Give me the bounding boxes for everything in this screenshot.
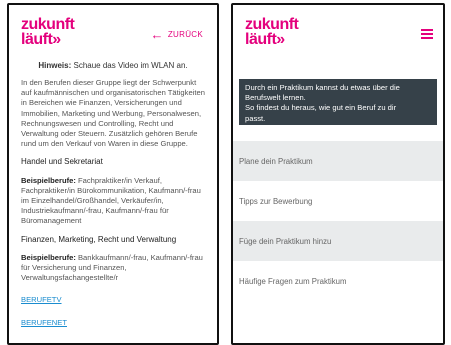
occupation-group-description: In den Berufen dieser Gruppe liegt der S…	[21, 78, 207, 291]
external-links: BERUFETV BERUFENET	[21, 295, 67, 341]
internship-menu: Plane dein Praktikum Tipps zur Bewerbung…	[233, 141, 443, 301]
examples-label: Beispielberufe:	[21, 252, 76, 262]
menu-item-add-internship[interactable]: Füge dein Praktikum hinzu	[233, 221, 443, 261]
example-occupations: Beispielberufe: Bankkaufmann/-frau, Kauf…	[21, 253, 207, 284]
banner-line: passt.	[245, 113, 266, 123]
link-berufetv[interactable]: BERUFETV	[21, 295, 67, 304]
video-hint: Hinweis: Schaue das Video im WLAN an.	[21, 61, 205, 70]
phone-screen-left: zukunft läuft» ← ZURÜCK Hinweis: Schaue …	[7, 3, 219, 345]
phone-screen-right: zukunft läuft» Durch ein Praktikum kanns…	[231, 3, 445, 345]
logo-line-1: zukunft	[245, 16, 299, 33]
example-occupations: Beispielberufe: Fachpraktiker/in Verkauf…	[21, 176, 207, 227]
link-berufenet[interactable]: BERUFENET	[21, 318, 67, 327]
internship-info-banner: Durch ein Praktikum kannst du etwas über…	[239, 79, 437, 125]
zukunft-laeuft-logo[interactable]: zukunft läuft»	[245, 16, 305, 52]
menu-item-faq[interactable]: Häufige Fragen zum Praktikum	[233, 261, 443, 301]
arrow-left-icon: ←	[150, 26, 164, 42]
intro-text: In den Berufen dieser Gruppe liegt der S…	[21, 78, 205, 149]
banner-line: Durch ein Praktikum kannst du etwas über…	[245, 83, 400, 92]
banner-line: So findest du heraus, wie gut ein Beruf …	[245, 103, 397, 113]
logo-line-2: läuft»	[245, 31, 285, 48]
hint-text: Schaue das Video im WLAN an.	[71, 61, 188, 70]
logo-line-1: zukunft	[21, 16, 75, 33]
logo-line-2: läuft»	[21, 31, 61, 48]
zukunft-laeuft-logo[interactable]: zukunft läuft»	[21, 16, 81, 52]
hint-label: Hinweis:	[38, 61, 72, 70]
hamburger-menu-icon[interactable]	[421, 29, 433, 39]
back-label: ZURÜCK	[167, 30, 203, 39]
banner-line: Berufswelt lernen.	[245, 93, 306, 103]
section-heading: Finanzen, Marketing, Recht und Verwaltun…	[21, 234, 177, 244]
back-button[interactable]: ← ZURÜCK	[150, 26, 203, 42]
section-heading: Handel und Sekretariat	[21, 157, 103, 167]
examples-label: Beispielberufe:	[21, 175, 76, 185]
menu-item-plan-internship[interactable]: Plane dein Praktikum	[233, 141, 443, 181]
menu-item-application-tips[interactable]: Tipps zur Bewerbung	[233, 181, 443, 221]
